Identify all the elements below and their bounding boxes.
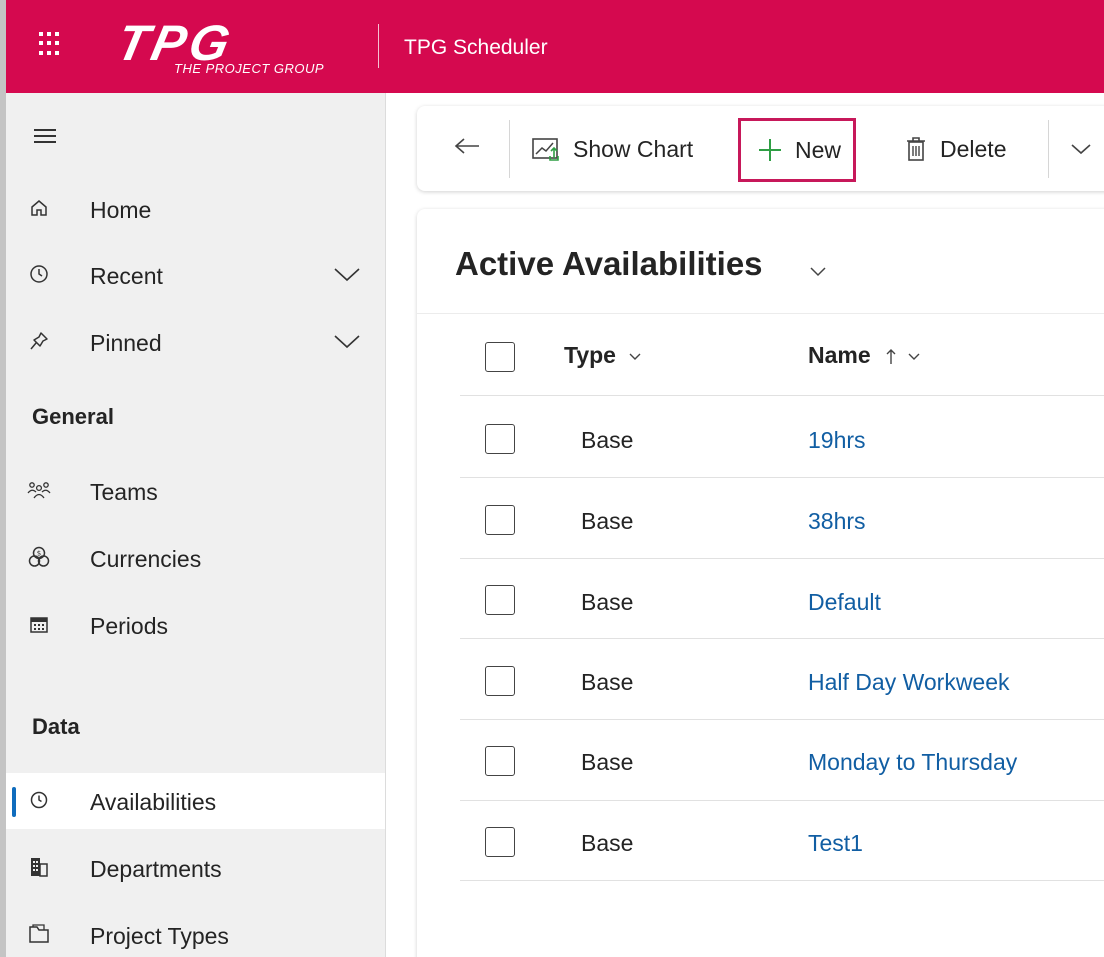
row-divider <box>460 800 1104 801</box>
view-selector-chevron-icon[interactable] <box>809 265 827 283</box>
chevron-down-icon[interactable] <box>332 263 362 285</box>
sitemap-sidebar: Home Recent Pinned General Teams $ Curre… <box>0 93 386 957</box>
column-header-type[interactable]: Type <box>564 342 642 369</box>
cell-type: Base <box>581 589 634 615</box>
calendar-icon <box>27 612 51 636</box>
sidebar-item-recent[interactable]: Recent <box>6 247 385 303</box>
row-divider <box>460 880 1104 881</box>
sidebar-item-label: Home <box>90 197 152 223</box>
column-header-label: Name <box>808 342 871 368</box>
hamburger-menu-icon[interactable] <box>34 129 56 143</box>
chevron-down-icon <box>629 353 641 360</box>
delete-button[interactable]: Delete <box>904 126 1006 172</box>
row-divider <box>460 638 1104 639</box>
cell-name-link[interactable]: Half Day Workweek <box>808 669 1010 696</box>
sidebar-item-departments[interactable]: Departments <box>6 840 385 896</box>
more-commands-button[interactable] <box>1069 126 1093 172</box>
app-title[interactable]: TPG Scheduler <box>404 36 548 60</box>
cell-name-link[interactable]: 19hrs <box>808 427 866 454</box>
sidebar-item-pinned[interactable]: Pinned <box>6 314 385 370</box>
svg-text:$: $ <box>37 550 41 558</box>
row-divider <box>460 719 1104 720</box>
sidebar-item-label: Pinned <box>90 330 162 356</box>
header-divider <box>417 313 1104 314</box>
sort-ascending-icon <box>886 348 896 364</box>
clock-icon <box>27 788 51 812</box>
sidebar-item-label: Recent <box>90 263 163 289</box>
row-checkbox[interactable] <box>485 585 515 615</box>
row-divider <box>460 558 1104 559</box>
sidebar-item-availabilities[interactable]: Availabilities <box>6 773 385 829</box>
arrow-left-icon <box>453 135 481 163</box>
header-divider <box>378 24 379 68</box>
view-title[interactable]: Active Availabilities <box>455 245 763 283</box>
sidebar-item-currencies[interactable]: $ Currencies <box>6 530 385 586</box>
cell-name-link[interactable]: Test1 <box>808 830 863 857</box>
cell-type: Base <box>581 749 634 775</box>
row-checkbox[interactable] <box>485 505 515 535</box>
view-panel: Active Availabilities Type Name Base 19h… <box>417 209 1104 957</box>
sidebar-item-project-types[interactable]: Project Types <box>6 907 385 957</box>
sidebar-item-label: Project Types <box>90 923 229 949</box>
select-all-checkbox[interactable] <box>485 342 515 372</box>
chevron-down-icon <box>1069 136 1093 163</box>
delete-label: Delete <box>940 135 1007 162</box>
show-chart-label: Show Chart <box>573 135 694 162</box>
currency-icon: $ <box>27 545 51 569</box>
sidebar-item-teams[interactable]: Teams <box>6 463 385 519</box>
new-button[interactable]: New <box>738 118 857 182</box>
cell-type: Base <box>581 508 634 534</box>
cell-type: Base <box>581 830 634 856</box>
cell-type: Base <box>581 669 634 695</box>
cell-type: Base <box>581 427 634 453</box>
chart-icon <box>531 136 561 162</box>
row-checkbox[interactable] <box>485 827 515 857</box>
column-header-name[interactable]: Name <box>808 342 921 369</box>
home-icon <box>27 196 51 220</box>
command-separator <box>509 120 510 178</box>
column-header-label: Type <box>564 342 616 368</box>
people-icon <box>27 478 51 502</box>
sidebar-item-periods[interactable]: Periods <box>6 597 385 653</box>
pin-icon <box>27 329 51 353</box>
sidebar-item-label: Teams <box>90 479 158 505</box>
show-chart-button[interactable]: Show Chart <box>531 126 693 172</box>
row-checkbox[interactable] <box>485 666 515 696</box>
cell-name-link[interactable]: Monday to Thursday <box>808 749 1017 776</box>
chevron-down-icon[interactable] <box>332 330 362 352</box>
sidebar-item-label: Periods <box>90 613 168 639</box>
sidebar-item-label: Departments <box>90 856 222 882</box>
row-divider <box>460 395 1104 396</box>
tpg-logo: TPG THE PROJECT GROUP <box>112 15 362 80</box>
sidebar-item-label: Availabilities <box>90 789 217 815</box>
app-launcher-icon[interactable] <box>39 32 63 56</box>
row-divider <box>460 477 1104 478</box>
section-heading-data: Data <box>32 714 80 739</box>
section-heading-general: General <box>32 404 114 429</box>
command-bar: Show Chart New Delete <box>417 106 1104 191</box>
trash-icon <box>904 135 928 163</box>
selected-indicator <box>12 787 16 817</box>
row-checkbox[interactable] <box>485 424 515 454</box>
building-icon <box>27 855 51 879</box>
sidebar-item-label: Currencies <box>90 546 202 572</box>
plus-icon <box>757 137 783 163</box>
command-separator <box>1048 120 1049 178</box>
cell-name-link[interactable]: Default <box>808 589 881 616</box>
clock-icon <box>27 262 51 286</box>
folder-icon <box>27 922 51 946</box>
back-button[interactable] <box>453 126 481 172</box>
app-header: TPG THE PROJECT GROUP TPG Scheduler <box>0 0 1104 93</box>
cell-name-link[interactable]: 38hrs <box>808 508 866 535</box>
chevron-down-icon <box>908 353 920 360</box>
logo-subtitle: THE PROJECT GROUP <box>174 61 325 76</box>
row-checkbox[interactable] <box>485 746 515 776</box>
new-label: New <box>795 136 842 163</box>
sidebar-item-home[interactable]: Home <box>6 181 385 237</box>
